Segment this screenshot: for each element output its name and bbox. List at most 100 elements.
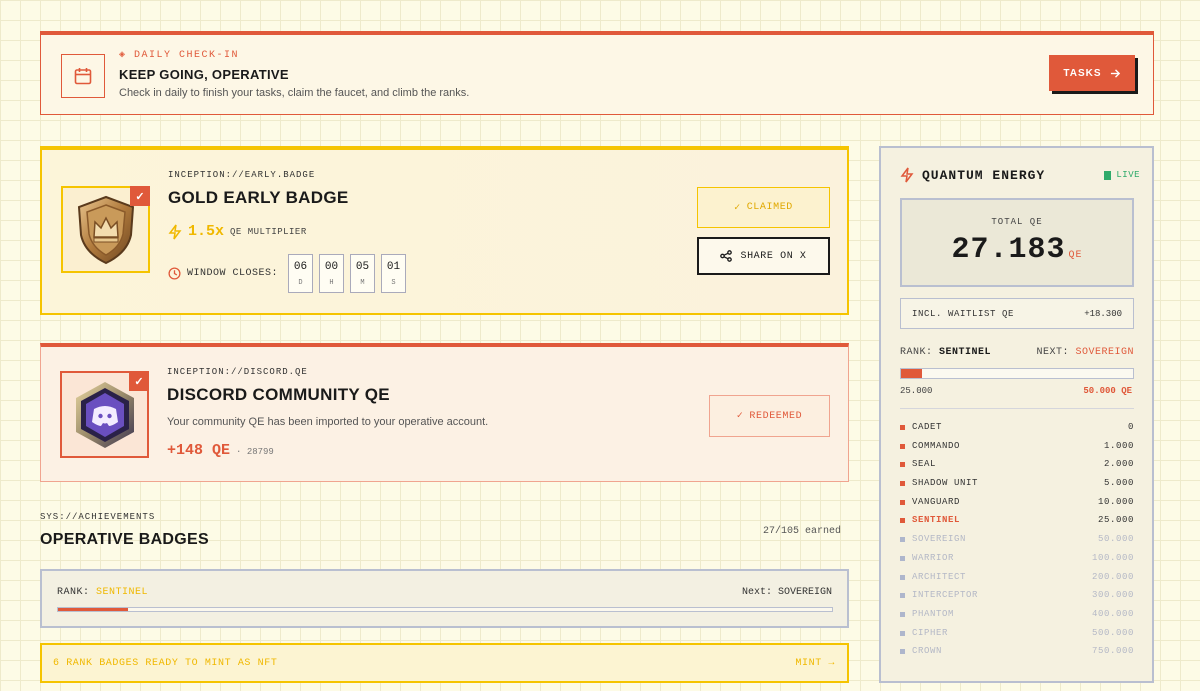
progress-max: 50.000 QE xyxy=(1083,386,1132,396)
tier-marker-icon xyxy=(900,611,905,617)
countdown-unit: D xyxy=(298,279,303,287)
quantum-energy-panel: QUANTUM ENERGY LIVE TOTAL QE 27.183 QE IN… xyxy=(879,146,1154,683)
tier-name: SOVEREIGN xyxy=(912,534,967,545)
tier-threshold: 0 xyxy=(1127,422,1134,432)
redeemed-label: REDEEMED xyxy=(749,410,803,422)
tier-marker-icon xyxy=(900,649,905,655)
discord-community-qe-card: ✓ INCEPTION://DISCORD.QE DISCORD COMMUNI… xyxy=(40,343,849,482)
countdown-unit: S xyxy=(391,279,396,287)
daily-checkin-banner: ◈ DAILY CHECK-IN KEEP GOING, OPERATIVE C… xyxy=(40,31,1154,115)
rank-label-text: RANK: xyxy=(57,587,90,598)
gold-shield-crown-icon xyxy=(77,195,134,264)
discord-badge-image: ✓ xyxy=(60,371,149,458)
rank-tier-item: PHANTOM 400.000 xyxy=(900,609,1134,628)
achievements-title: OPERATIVE BADGES xyxy=(40,531,209,548)
countdown-unit: H xyxy=(329,279,334,287)
tier-name: ARCHITECT xyxy=(912,571,967,582)
rank-label: RANK: SENTINEL xyxy=(57,587,148,598)
banner-subtitle: Check in daily to finish your tasks, cla… xyxy=(119,87,470,99)
tier-name: INTERCEPTOR xyxy=(912,590,979,601)
tier-threshold: 300.000 xyxy=(1091,590,1134,601)
tier-name: VANGUARD xyxy=(912,496,961,507)
tier-name: CADET xyxy=(912,422,943,432)
countdown-hours: 00 H xyxy=(319,254,345,293)
rank-tier-item: SHADOW UNIT 5.000 xyxy=(900,478,1134,497)
gold-early-badge-card: ✓ INCEPTION://EARLY.BADGE GOLD EARLY BAD… xyxy=(40,146,849,315)
share-label: SHARE ON X xyxy=(740,250,807,262)
lightning-icon xyxy=(900,167,914,183)
arrow-right-icon xyxy=(1110,68,1120,78)
lightning-icon xyxy=(168,224,182,239)
next-rank: Next: SOVEREIGN xyxy=(742,587,832,598)
clock-icon xyxy=(168,267,181,280)
total-qe-value: 27.183 xyxy=(951,233,1066,267)
countdown-seconds: 01 S xyxy=(381,254,407,293)
tier-threshold: 10.000 xyxy=(1097,496,1134,507)
rank-tier-item: ARCHITECT 200.000 xyxy=(900,572,1134,591)
discord-qe-row: +148 QE · 28799 xyxy=(167,442,274,459)
tier-marker-icon xyxy=(900,443,905,449)
tier-marker-icon xyxy=(900,537,905,543)
checkmark-icon: ✓ xyxy=(734,202,741,214)
tier-threshold: 750.000 xyxy=(1091,646,1134,657)
panel-next-value: SOVEREIGN xyxy=(1075,347,1134,358)
tier-name: PHANTOM xyxy=(912,608,955,619)
countdown-value: 00 xyxy=(324,261,339,273)
tier-threshold: 1.000 xyxy=(1103,440,1134,451)
panel-rank-label: RANK: xyxy=(900,347,933,358)
discord-card-kicker: INCEPTION://DISCORD.QE xyxy=(167,367,308,377)
waitlist-qe-box: INCL. WAITLIST QE +18.300 xyxy=(900,298,1134,329)
total-qe-box: TOTAL QE 27.183 QE xyxy=(900,198,1134,287)
discord-card-title: DISCORD COMMUNITY QE xyxy=(167,385,390,404)
tier-name: SHADOW UNIT xyxy=(912,478,979,489)
panel-progress-bar xyxy=(900,368,1134,379)
banner-kicker: ◈ DAILY CHECK-IN xyxy=(119,50,240,61)
rank-tier-item: COMMANDO 1.000 xyxy=(900,441,1134,460)
tier-threshold: 5.000 xyxy=(1103,478,1134,489)
claimed-status-button: ✓ CLAIMED xyxy=(697,187,830,228)
live-label: LIVE xyxy=(1116,170,1140,180)
tier-name: COMMANDO xyxy=(912,440,961,451)
panel-rank-value: SENTINEL xyxy=(939,347,992,358)
rank-value: SENTINEL xyxy=(96,587,149,598)
redeemed-status-button: ✓ REDEEMED xyxy=(709,395,830,437)
tier-threshold: 500.000 xyxy=(1091,627,1134,638)
tier-name: WARRIOR xyxy=(912,552,955,563)
rank-tier-item: SOVEREIGN 50.000 xyxy=(900,534,1134,553)
tier-threshold: 25.000 xyxy=(1097,515,1134,526)
tasks-button[interactable]: TASKS xyxy=(1049,55,1135,91)
rank-tier-item: CIPHER 500.000 xyxy=(900,628,1134,647)
tier-marker-icon xyxy=(900,593,905,599)
calendar-icon xyxy=(61,54,105,98)
live-dot-icon xyxy=(1104,170,1112,180)
share-icon xyxy=(720,250,733,262)
tier-marker-icon xyxy=(900,630,905,636)
share-on-x-button[interactable]: SHARE ON X xyxy=(697,237,830,275)
countdown-value: 06 xyxy=(293,261,308,273)
multiplier-label: QE MULTIPLIER xyxy=(230,226,307,237)
countdown-unit: M xyxy=(360,279,365,287)
tier-name: CROWN xyxy=(912,646,943,657)
progress-min: 25.000 xyxy=(900,386,933,396)
rank-tier-item: SEAL 2.000 xyxy=(900,459,1134,478)
tier-name: CIPHER xyxy=(912,627,949,638)
tier-threshold: 50.000 xyxy=(1097,534,1134,545)
total-qe-label: TOTAL QE xyxy=(991,217,1043,227)
total-qe-value-row: 27.183 QE xyxy=(902,233,1132,267)
waitlist-value: +18.300 xyxy=(1084,309,1122,319)
tier-marker-icon xyxy=(900,425,905,430)
panel-next-label: NEXT: xyxy=(1036,347,1069,358)
mint-nft-bar[interactable]: 6 RANK BADGES READY TO MINT AS NFT MINT … xyxy=(40,643,849,683)
mint-nft-text: 6 RANK BADGES READY TO MINT AS NFT xyxy=(53,658,278,669)
tier-marker-icon xyxy=(900,462,905,468)
mint-button[interactable]: MINT → xyxy=(795,658,835,669)
rank-progress-box: RANK: SENTINEL Next: SOVEREIGN xyxy=(40,569,849,628)
panel-progress-fill xyxy=(901,369,922,378)
claimed-label: CLAIMED xyxy=(746,202,793,213)
rank-tier-item: WARRIOR 100.000 xyxy=(900,553,1134,572)
panel-title: QUANTUM ENERGY xyxy=(922,167,1046,183)
countdown-value: 01 xyxy=(386,261,401,273)
tasks-button-label: TASKS xyxy=(1063,67,1102,79)
gold-badge-image: ✓ xyxy=(61,186,150,273)
window-closes-label: WINDOW CLOSES: xyxy=(187,268,279,279)
